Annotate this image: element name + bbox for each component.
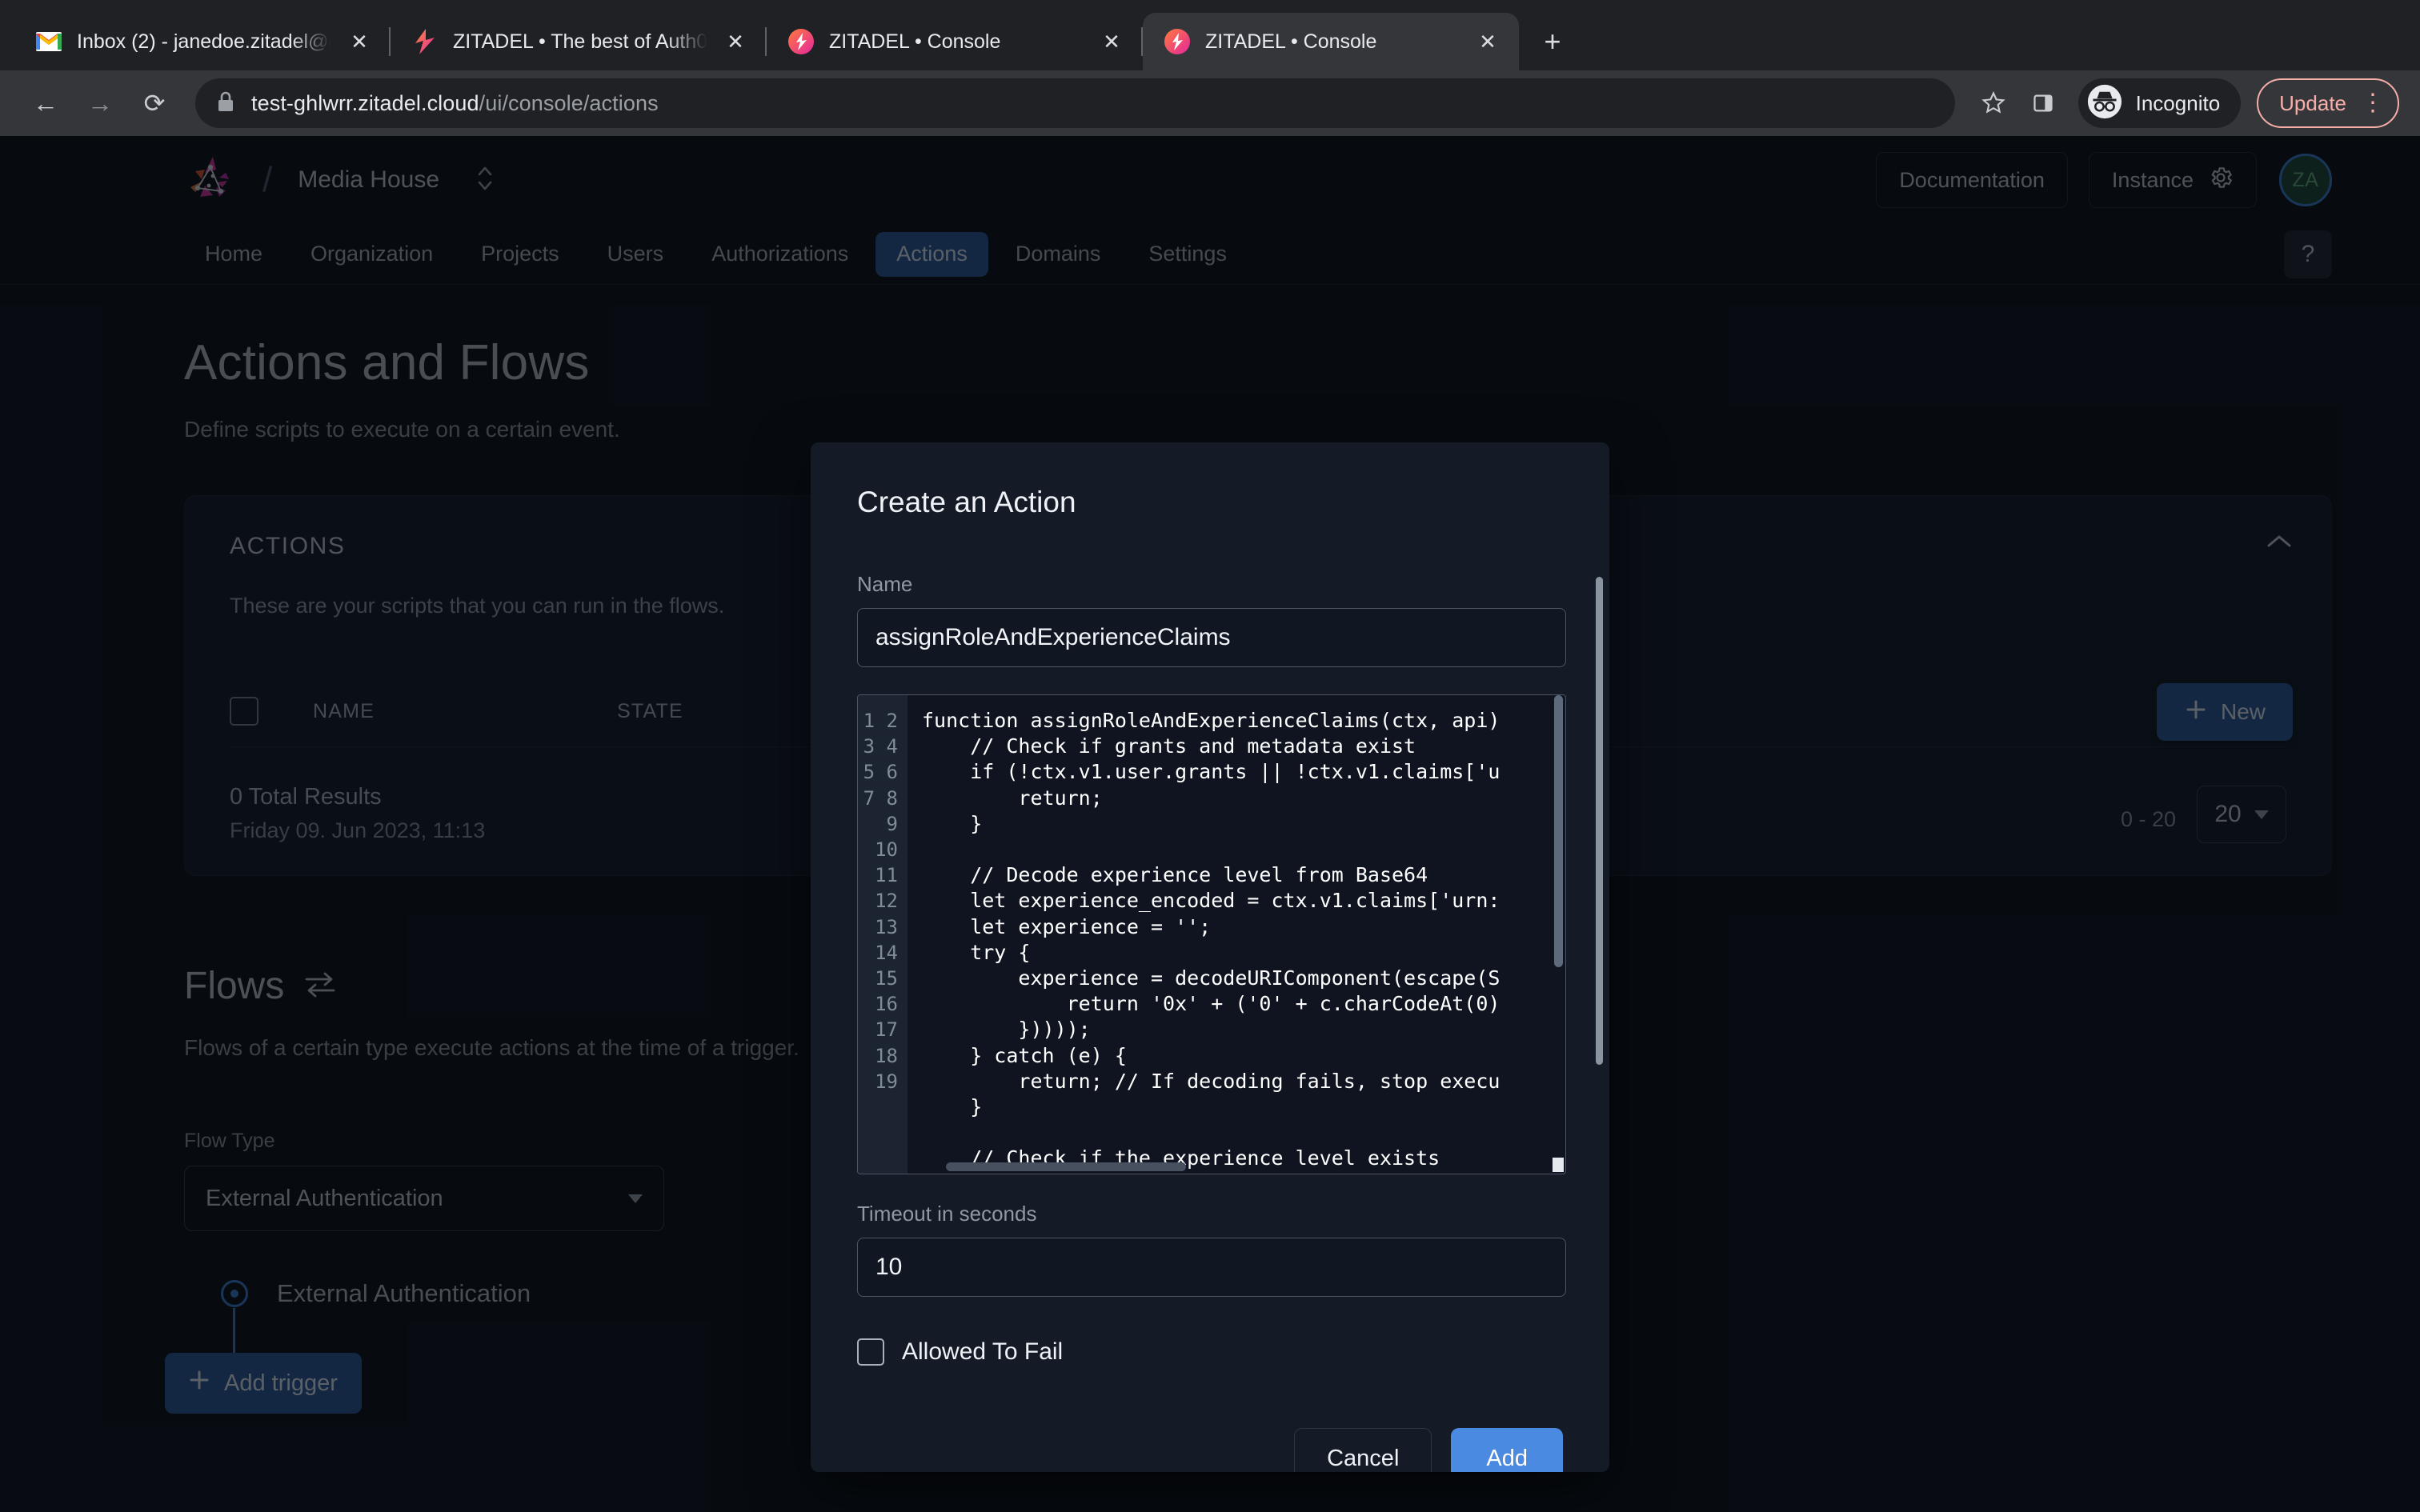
- allowed-to-fail-checkbox[interactable]: [857, 1338, 884, 1366]
- dialog-title: Create an Action: [857, 486, 1076, 518]
- lock-icon: [216, 90, 235, 117]
- omnibox-toolbar: ← → ⟳ test-ghlwrr.zitadel.cloud/ui/conso…: [0, 70, 2420, 136]
- dialog-actions: Cancel Add: [857, 1428, 1563, 1472]
- incognito-icon: [2086, 83, 2123, 124]
- editor-horizontal-scrollbar[interactable]: [946, 1162, 1186, 1171]
- update-label: Update: [2279, 90, 2346, 115]
- url-path: /ui/console/actions: [479, 90, 659, 115]
- gmail-icon: [35, 28, 62, 55]
- zitadel-icon: [1164, 28, 1191, 55]
- side-panel-icon[interactable]: [2021, 81, 2065, 126]
- name-label: Name: [857, 572, 913, 596]
- add-button[interactable]: Add: [1451, 1428, 1563, 1472]
- app-root: / Media House Documentation Instance ZA: [0, 136, 2420, 1512]
- close-icon[interactable]: ✕: [722, 28, 749, 55]
- timeout-label: Timeout in seconds: [857, 1202, 1037, 1226]
- code-text[interactable]: function assignRoleAndExperienceClaims(c…: [908, 695, 1565, 1174]
- forward-button[interactable]: →: [75, 78, 125, 128]
- close-icon[interactable]: ✕: [1474, 28, 1501, 55]
- browser-tab[interactable]: Inbox (2) - janedoe.zitadel@gm ✕: [14, 13, 391, 70]
- create-action-dialog: Create an Action Name assignRoleAndExper…: [811, 442, 1609, 1472]
- url-bar[interactable]: test-ghlwrr.zitadel.cloud/ui/console/act…: [195, 78, 1955, 128]
- tab-title: ZITADEL • Console: [829, 30, 1001, 53]
- editor-vertical-scrollbar[interactable]: [1554, 695, 1563, 967]
- allowed-to-fail-row[interactable]: Allowed To Fail: [857, 1338, 1563, 1366]
- close-icon[interactable]: ✕: [346, 28, 373, 55]
- browser-menu-icon[interactable]: ⋮: [2361, 91, 2385, 115]
- browser-tab[interactable]: ZITADEL • Console ✕: [767, 13, 1143, 70]
- tab-title: Inbox (2) - janedoe.zitadel@gm: [77, 30, 331, 53]
- script-code-editor[interactable]: 1 2 3 4 5 6 7 8 9 10 11 12 13 14 15 16 1…: [857, 694, 1566, 1174]
- tab-strip: Inbox (2) - janedoe.zitadel@gm ✕ ZITADEL…: [0, 0, 2420, 70]
- incognito-label: Incognito: [2135, 90, 2221, 115]
- allowed-to-fail-label: Allowed To Fail: [902, 1338, 1064, 1365]
- browser-tab-active[interactable]: ZITADEL • Console ✕: [1143, 13, 1519, 70]
- incognito-indicator[interactable]: Incognito: [2077, 78, 2242, 128]
- zitadel-icon: [411, 28, 439, 55]
- new-tab-button[interactable]: +: [1530, 19, 1575, 64]
- browser-chrome: Inbox (2) - janedoe.zitadel@gm ✕ ZITADEL…: [0, 0, 2420, 136]
- code-line-numbers: 1 2 3 4 5 6 7 8 9 10 11 12 13 14 15 16 1…: [858, 695, 908, 1174]
- back-button[interactable]: ←: [21, 78, 70, 128]
- zitadel-icon: [787, 28, 815, 55]
- dialog-body: Name assignRoleAndExperienceClaims 1 2 3…: [857, 572, 1566, 1472]
- dialog-scrollbar[interactable]: [1596, 577, 1603, 1065]
- browser-tab[interactable]: ZITADEL • The best of Auth0 a ✕: [391, 13, 767, 70]
- url-host: test-ghlwrr.zitadel.cloud: [251, 90, 479, 115]
- close-icon[interactable]: ✕: [1098, 28, 1125, 55]
- star-icon[interactable]: [1971, 81, 2016, 126]
- url-text: test-ghlwrr.zitadel.cloud/ui/console/act…: [251, 91, 659, 116]
- editor-resize-handle[interactable]: [1553, 1158, 1564, 1172]
- name-input[interactable]: assignRoleAndExperienceClaims: [857, 608, 1566, 667]
- timeout-input[interactable]: 10: [857, 1238, 1566, 1297]
- reload-button[interactable]: ⟳: [130, 78, 179, 128]
- tab-title: ZITADEL • The best of Auth0 a: [453, 30, 707, 53]
- tab-title: ZITADEL • Console: [1205, 30, 1377, 53]
- cancel-button[interactable]: Cancel: [1294, 1428, 1432, 1472]
- update-button[interactable]: Update ⋮: [2257, 78, 2399, 128]
